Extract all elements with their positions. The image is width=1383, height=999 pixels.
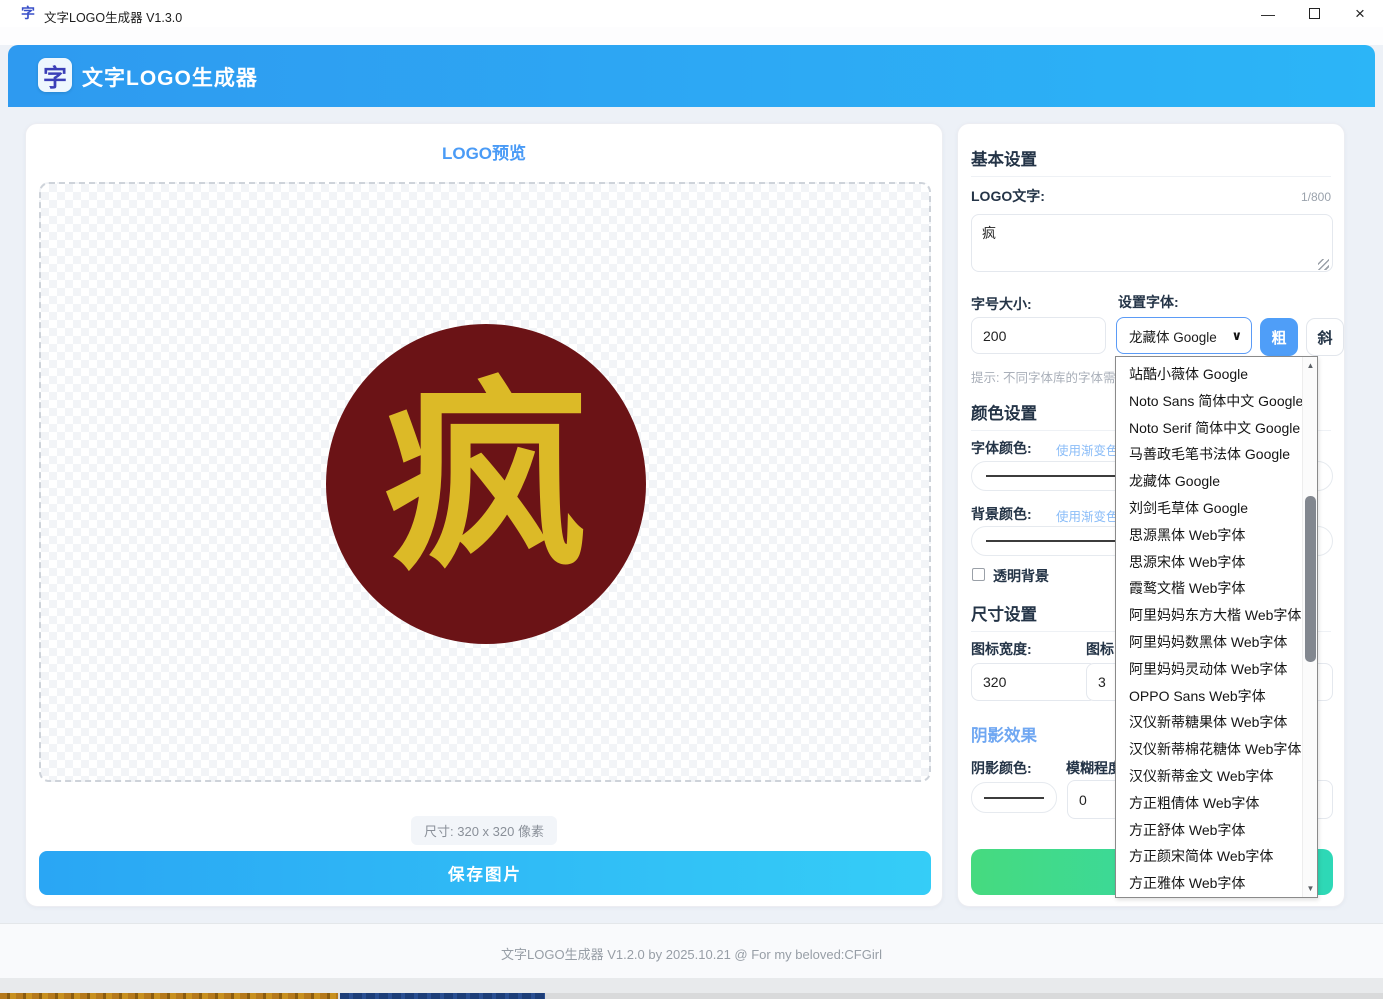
app-icon: 字: [21, 5, 35, 21]
font-option[interactable]: 刘剑毛草体 Google: [1116, 495, 1302, 522]
shadow-settings-heading: 阴影效果: [971, 722, 1037, 746]
desktop-strip: [0, 978, 1383, 993]
font-option[interactable]: 汉仪新蒂棉花糖体 Web字体: [1116, 736, 1302, 763]
dropdown-scrollbar[interactable]: ▲ ▼: [1302, 357, 1317, 897]
app-logo-glyph: 字: [43, 58, 67, 93]
italic-toggle-button[interactable]: 斜: [1306, 318, 1344, 356]
font-option[interactable]: 站酷小薇体 Google: [1116, 361, 1302, 388]
taskbar-segment-orange: [0, 993, 338, 999]
font-option[interactable]: 汉仪新蒂糖果体 Web字体: [1116, 709, 1302, 736]
scroll-up-icon[interactable]: ▲: [1303, 358, 1318, 373]
font-option[interactable]: 思源黑体 Web字体: [1116, 522, 1302, 549]
font-family-label: 设置字体:: [1118, 292, 1179, 312]
taskbar-segment-blue: [340, 993, 545, 999]
font-dropdown-list: 站酷小薇体 GoogleNoto Sans 简体中文 GoogleNoto Se…: [1115, 356, 1318, 898]
preview-canvas: 疯: [39, 182, 931, 782]
font-family-select[interactable]: 龙藏体 Google ∨: [1116, 317, 1252, 354]
size-indicator-label: 尺寸: 320 x 320 像素: [411, 816, 557, 845]
logo-text-label: LOGO文字:: [971, 186, 1045, 206]
font-option[interactable]: 龙藏体 Google: [1116, 468, 1302, 495]
font-size-label: 字号大小:: [971, 294, 1032, 314]
icon-width-input[interactable]: [971, 663, 1097, 701]
font-option[interactable]: OPPO Sans Web字体: [1116, 683, 1302, 710]
minimize-icon: —: [1261, 6, 1275, 22]
preview-title: LOGO预览: [26, 139, 942, 164]
window-title: 文字LOGO生成器 V1.3.0: [44, 7, 182, 26]
footer-text: 文字LOGO生成器 V1.2.0 by 2025.10.21 @ For my …: [0, 944, 1383, 963]
font-family-selected-value: 龙藏体 Google: [1117, 326, 1229, 346]
taskbar-sliver: [0, 993, 1383, 999]
bold-toggle-button[interactable]: 粗: [1260, 318, 1298, 356]
font-option[interactable]: 方正舒体 Web字体: [1116, 817, 1302, 844]
maximize-button[interactable]: [1298, 0, 1330, 27]
bg-color-label: 背景颜色:: [971, 504, 1032, 524]
font-option[interactable]: 方正雅体 Web字体: [1116, 870, 1302, 897]
font-option[interactable]: Noto Serif 简体中文 Google: [1116, 415, 1302, 442]
transparent-bg-checkbox[interactable]: [972, 568, 985, 581]
icon-height-label: 图标: [1086, 639, 1114, 659]
preview-card: LOGO预览 疯 尺寸: 320 x 320 像素 保存图片: [25, 123, 943, 907]
font-gradient-link[interactable]: 使用渐变色: [1056, 440, 1119, 459]
font-color-label: 字体颜色:: [971, 438, 1032, 458]
maximize-icon: [1309, 8, 1320, 19]
chevron-down-icon: ∨: [1229, 328, 1251, 344]
color-settings-heading: 颜色设置: [971, 400, 1037, 424]
font-option-list: 站酷小薇体 GoogleNoto Sans 简体中文 GoogleNoto Se…: [1116, 361, 1302, 897]
font-size-input[interactable]: [971, 317, 1106, 354]
font-option[interactable]: 方正颜宋简体 Web字体: [1116, 843, 1302, 870]
color-line: [984, 797, 1044, 799]
font-option[interactable]: 阿里妈妈东方大楷 Web字体: [1116, 602, 1302, 629]
minimize-button[interactable]: —: [1252, 0, 1284, 27]
app-background-top: [0, 27, 1383, 45]
bg-gradient-link[interactable]: 使用渐变色: [1056, 506, 1119, 525]
font-option[interactable]: 马善政毛笔书法体 Google: [1116, 441, 1302, 468]
char-counter: 1/800: [1301, 190, 1331, 204]
logo-circle: 疯: [326, 324, 646, 644]
title-bar: 字 文字LOGO生成器 V1.3.0 — ×: [0, 0, 1383, 27]
app-title: 文字LOGO生成器: [82, 62, 258, 92]
scrollbar-thumb[interactable]: [1305, 496, 1316, 662]
save-image-button[interactable]: 保存图片: [39, 851, 931, 895]
app-window: 字 文字LOGO生成器 V1.3.0 — × 字 文字LOGO生成器 LOGO预…: [0, 0, 1383, 999]
icon-width-label: 图标宽度:: [971, 639, 1032, 659]
font-option[interactable]: 阿里妈妈灵动体 Web字体: [1116, 656, 1302, 683]
divider: [971, 176, 1331, 177]
shadow-color-picker[interactable]: [971, 782, 1057, 813]
font-option[interactable]: 思源宋体 Web字体: [1116, 549, 1302, 576]
app-header: 字 文字LOGO生成器: [8, 45, 1375, 107]
font-option[interactable]: 汉仪新蒂金文 Web字体: [1116, 763, 1302, 790]
font-option[interactable]: 方正粗倩体 Web字体: [1116, 790, 1302, 817]
logo-character: 疯: [384, 376, 589, 581]
shadow-color-label: 阴影颜色:: [971, 758, 1032, 778]
app-logo-icon: 字: [38, 58, 72, 92]
font-option[interactable]: 阿里妈妈数黑体 Web字体: [1116, 629, 1302, 656]
size-indicator: 尺寸: 320 x 320 像素: [26, 816, 942, 845]
scroll-down-icon[interactable]: ▼: [1303, 881, 1318, 896]
size-settings-heading: 尺寸设置: [971, 601, 1037, 625]
logo-text-input[interactable]: 疯: [971, 214, 1333, 272]
footer: 文字LOGO生成器 V1.2.0 by 2025.10.21 @ For my …: [0, 923, 1383, 978]
font-option[interactable]: 霞鹜文楷 Web字体: [1116, 575, 1302, 602]
font-option[interactable]: Noto Sans 简体中文 Google: [1116, 388, 1302, 415]
transparent-bg-label: 透明背景: [993, 566, 1049, 586]
blur-level-label: 模糊程度: [1066, 758, 1122, 778]
basic-settings-heading: 基本设置: [971, 146, 1037, 170]
close-icon: ×: [1355, 4, 1365, 24]
close-button[interactable]: ×: [1344, 0, 1376, 27]
